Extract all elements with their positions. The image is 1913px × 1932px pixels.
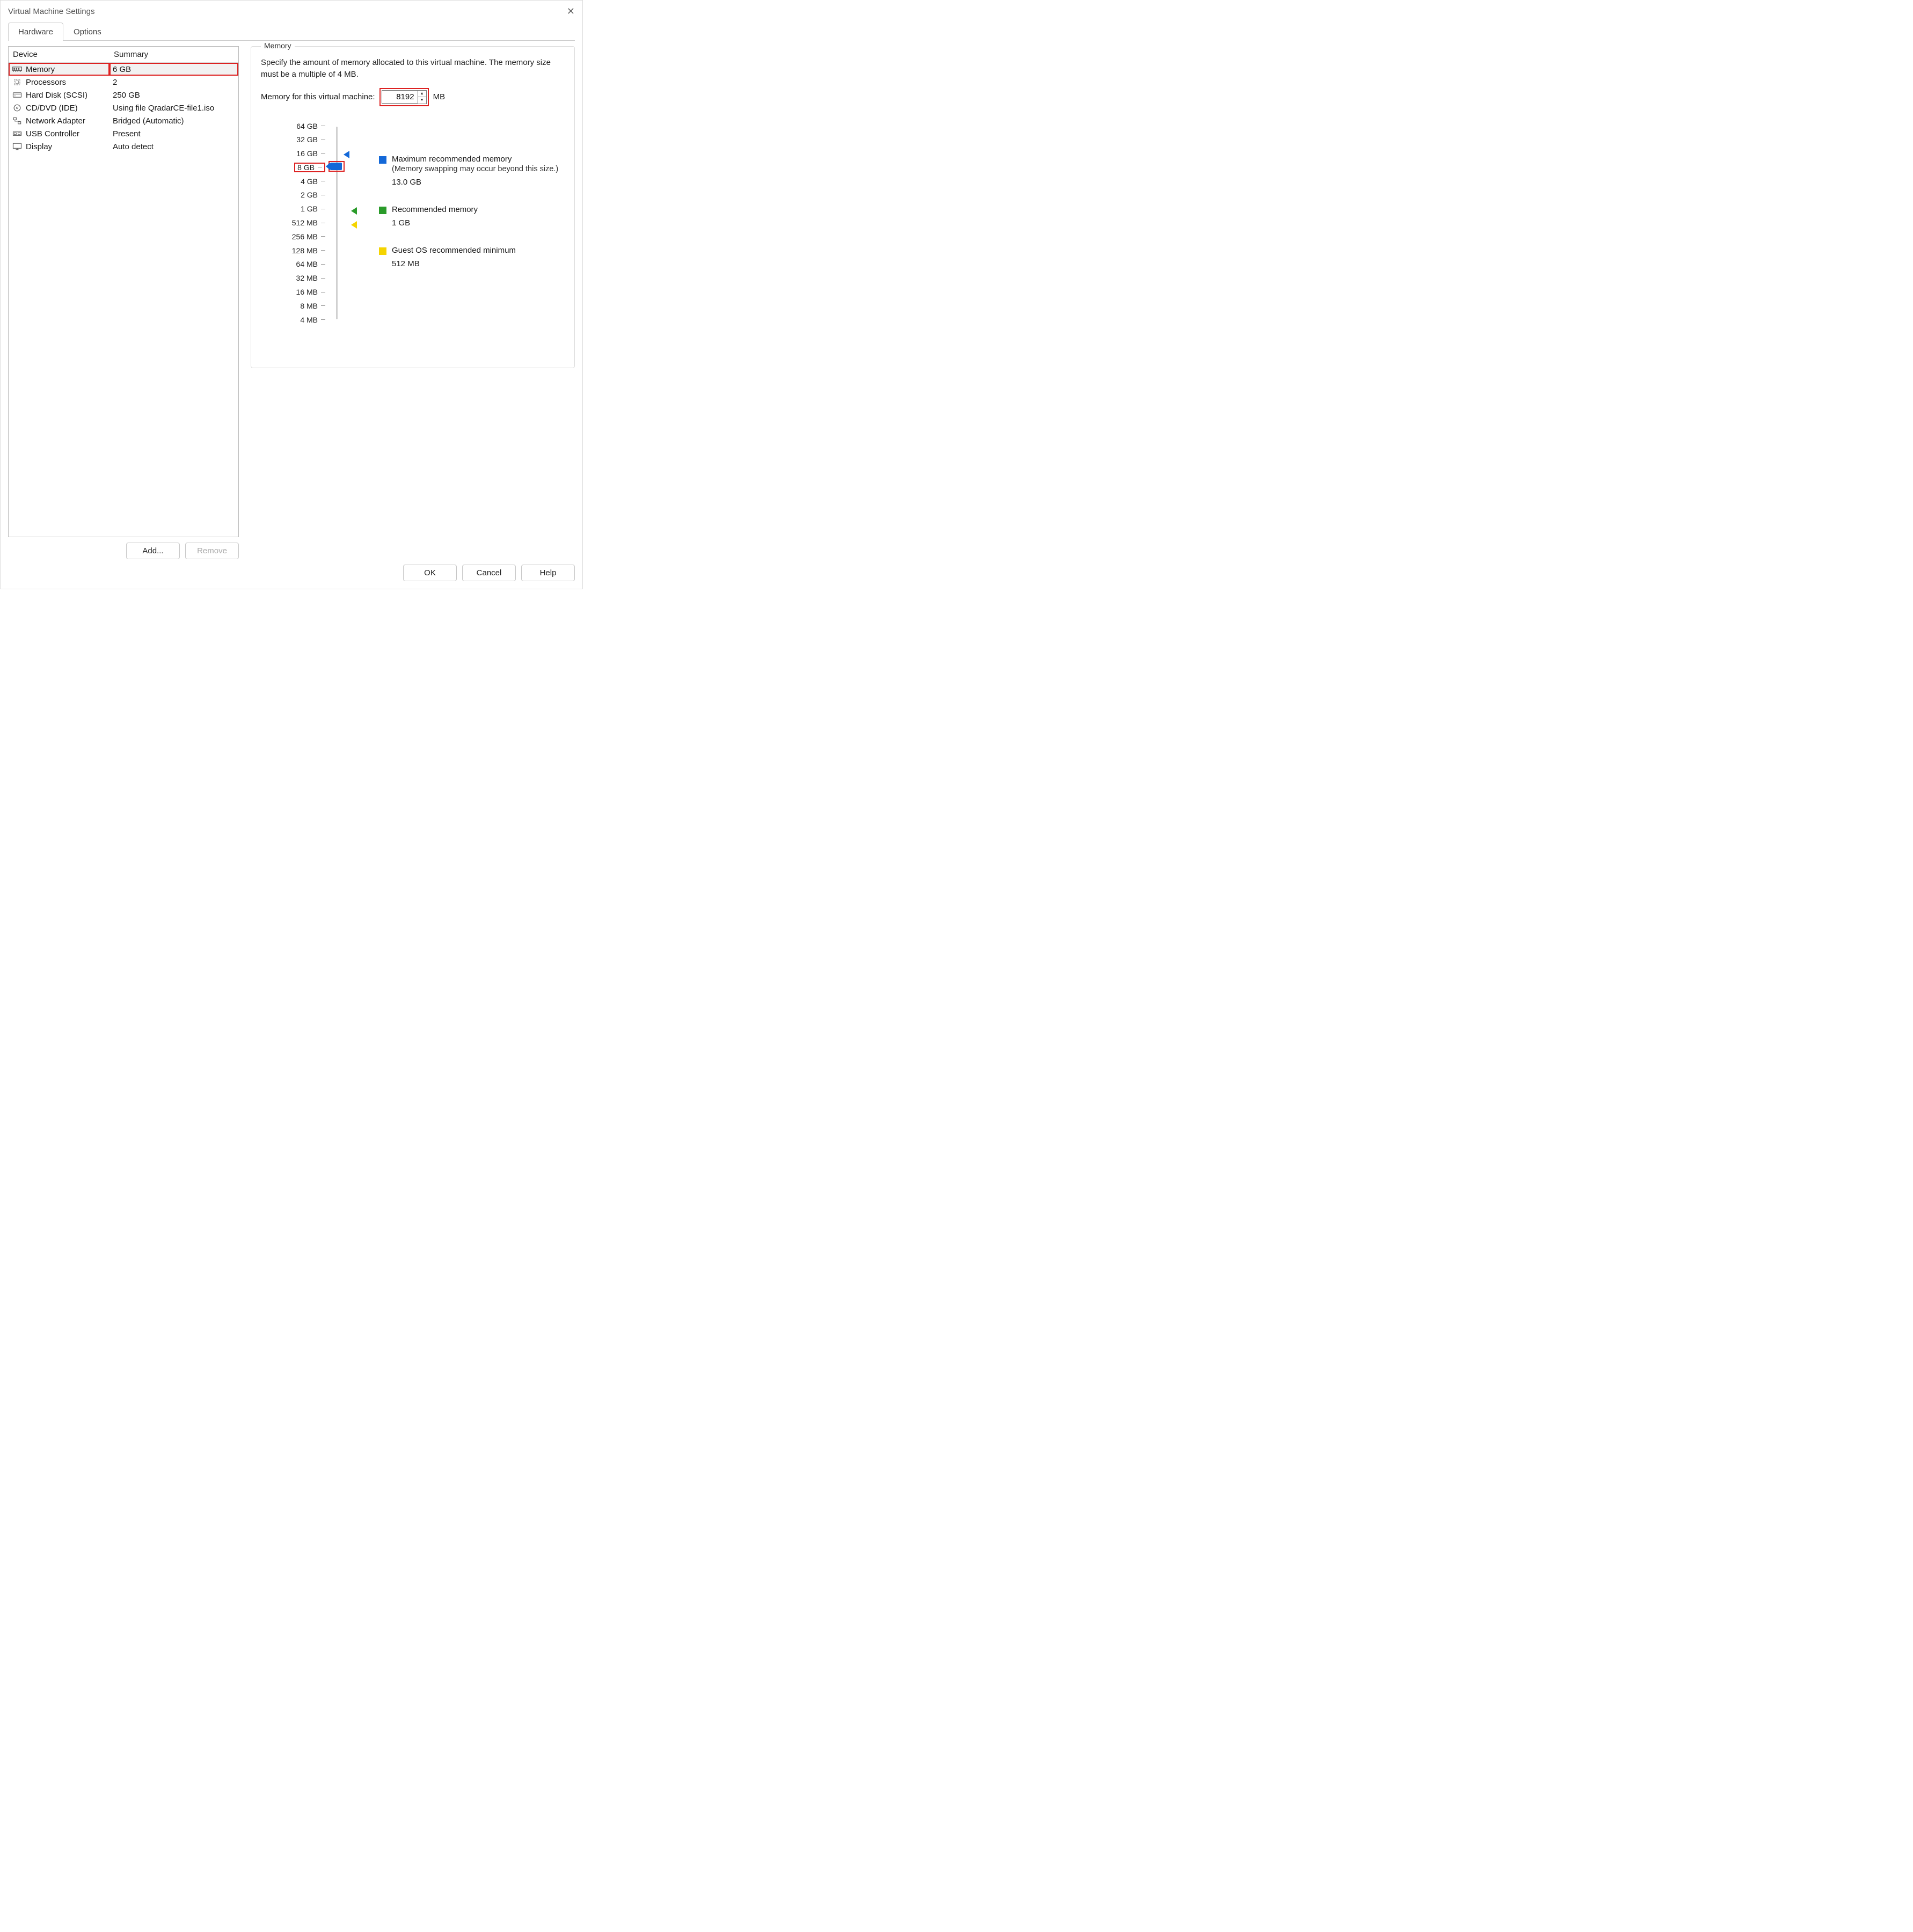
memory-slider[interactable] [333,121,341,325]
slider-handle-highlight [328,161,345,172]
device-name: Memory [26,65,55,74]
device-row-display[interactable]: Display Auto detect [9,140,238,153]
device-summary: Bridged (Automatic) [109,114,238,127]
display-icon [12,142,23,151]
help-button[interactable]: Help [521,565,575,581]
memory-input[interactable] [382,90,418,104]
memory-input-label: Memory for this virtual machine: [261,92,375,101]
ok-button[interactable]: OK [403,565,457,581]
device-row-memory[interactable]: Memory 6 GB [9,63,238,76]
header-device[interactable]: Device [9,47,109,62]
tab-options[interactable]: Options [63,23,112,41]
scale-highlight-8gb: 8 GB [294,163,325,172]
device-name: USB Controller [26,129,79,138]
device-header: Device Summary [9,47,238,63]
device-table: Device Summary Memory 6 GB Process [8,46,239,537]
tab-hardware[interactable]: Hardware [8,23,63,41]
memory-description: Specify the amount of memory allocated t… [261,57,565,80]
device-row-cddvd[interactable]: CD/DVD (IDE) Using file QradarCE-file1.i… [9,101,238,114]
legend-max-value: 13.0 GB [392,178,558,187]
device-name: Display [26,142,52,151]
device-name: Processors [26,78,66,87]
legend-min-label: Guest OS recommended minimum [392,246,516,255]
cd-icon [12,103,23,113]
titlebar: Virtual Machine Settings ✕ [1,1,582,22]
slider-handle[interactable] [330,163,342,170]
group-title: Memory [261,41,295,50]
legend-min-value: 512 MB [392,259,516,268]
memory-spinner[interactable]: ▲ ▼ [418,90,427,104]
device-row-usb[interactable]: USB Controller Present [9,127,238,140]
device-summary: 250 GB [109,89,238,101]
device-name: Hard Disk (SCSI) [26,91,87,100]
header-summary[interactable]: Summary [109,47,238,62]
memory-unit: MB [433,92,446,101]
device-summary: Present [109,127,238,140]
device-summary: Using file QradarCE-file1.iso [109,101,238,114]
swatch-rec [379,207,386,214]
swatch-max [379,156,386,164]
memory-scale: 64 GB 32 GB 16 GB 8 GB 4 GB 2 GB 1 GB 51… [261,121,325,325]
marker-min-icon [351,221,357,229]
tabstrip: Hardware Options [8,22,575,41]
cancel-button[interactable]: Cancel [462,565,516,581]
disk-icon [12,90,23,100]
device-summary: 2 [109,76,238,89]
legend-rec-label: Recommended memory [392,205,478,214]
legend-max-label: Maximum recommended memory [392,155,558,164]
remove-button: Remove [185,543,239,559]
device-row-harddisk[interactable]: Hard Disk (SCSI) 250 GB [9,89,238,101]
device-name: Network Adapter [26,116,85,126]
spinner-up-icon[interactable]: ▲ [418,91,426,98]
content: Hardware Options Device Summary Memory 6… [1,22,582,589]
slider-track [336,127,338,319]
device-row-processors[interactable]: Processors 2 [9,76,238,89]
add-button[interactable]: Add... [126,543,180,559]
marker-rec-icon [351,207,357,215]
memory-icon [12,64,23,74]
legend-rec-value: 1 GB [392,218,478,228]
memory-legend: Maximum recommended memory (Memory swapp… [379,121,558,325]
cpu-icon [12,77,23,87]
usb-icon [12,129,23,138]
spinner-down-icon[interactable]: ▼ [418,97,426,104]
device-summary: 6 GB [109,63,238,76]
memory-group: Memory Specify the amount of memory allo… [251,46,575,368]
window-title: Virtual Machine Settings [8,7,94,16]
device-summary: Auto detect [109,140,238,153]
device-name: CD/DVD (IDE) [26,104,78,113]
swatch-min [379,247,386,255]
marker-max-icon [344,151,349,158]
legend-max-note: (Memory swapping may occur beyond this s… [392,165,558,173]
network-icon [12,116,23,126]
memory-field-highlight: ▲ ▼ [379,88,429,106]
close-icon[interactable]: ✕ [567,6,575,17]
vm-settings-window: Virtual Machine Settings ✕ Hardware Opti… [0,0,583,589]
dialog-footer: OK Cancel Help [8,559,575,581]
device-row-network[interactable]: Network Adapter Bridged (Automatic) [9,114,238,127]
